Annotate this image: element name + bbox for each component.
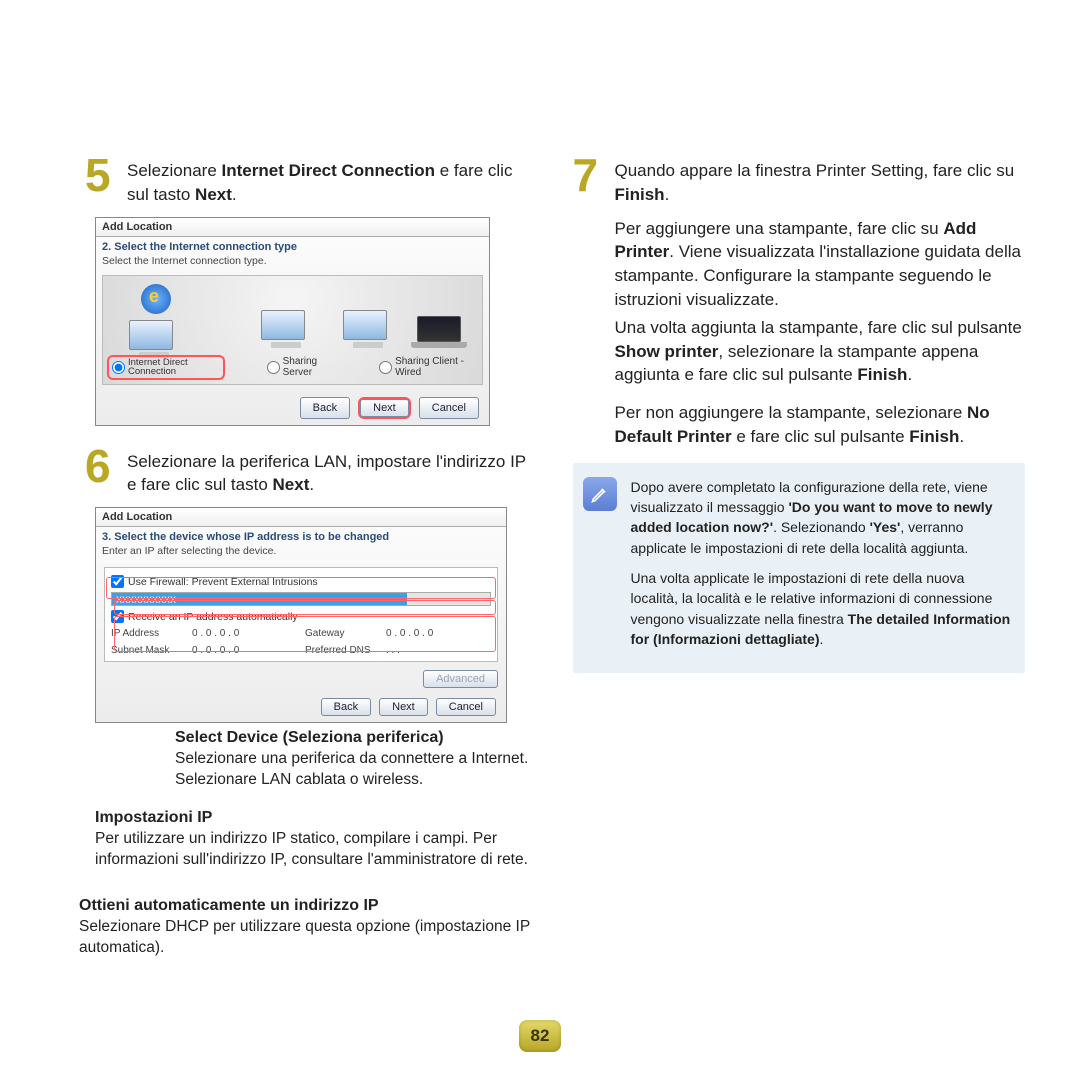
value-subnet[interactable]: 0 . 0 . 0 . 0 <box>189 644 297 657</box>
label-subnet: Subnet Mask <box>111 645 181 656</box>
pc-icon <box>261 310 311 352</box>
back-button[interactable]: Back <box>321 698 371 716</box>
screenshot-add-location-connection: Add Location 2. Select the Internet conn… <box>95 217 490 426</box>
checkbox-firewall[interactable]: Use Firewall: Prevent External Intrusion… <box>111 575 491 588</box>
step-5-number: 5 <box>85 155 121 207</box>
shot1-instruction: Select the Internet connection type. <box>96 255 489 273</box>
checkbox-auto-ip[interactable]: Receive an IP address automatically <box>111 610 491 623</box>
shot2-subtitle: 3. Select the device whose IP address is… <box>96 527 506 545</box>
label-dns: Preferred DNS <box>305 645 375 656</box>
radio-sharing-client[interactable]: Sharing Client - Wired <box>379 355 476 380</box>
highlight-next: Next <box>358 397 411 419</box>
shot1-subtitle: 2. Select the Internet connection type <box>96 237 489 255</box>
shot1-diagram: Internet Direct Connection Sharing Serve… <box>102 275 483 385</box>
device-bar: XXXXXXXXXX <box>111 592 491 606</box>
label-ip: IP Address <box>111 628 181 639</box>
pencil-icon <box>583 477 617 511</box>
step-7-number: 7 <box>573 155 609 207</box>
shot2-title: Add Location <box>96 508 506 527</box>
next-button[interactable]: Next <box>379 698 428 716</box>
callout-select-device: Select Device (Seleziona periferica) Sel… <box>175 729 538 791</box>
value-ip[interactable]: 0 . 0 . 0 . 0 <box>189 627 297 640</box>
shot2-instruction: Enter an IP after selecting the device. <box>96 545 506 563</box>
callout-auto-ip: Ottieni automaticamente un indirizzo IP … <box>79 897 538 959</box>
note-body: Dopo avere completato la configurazione … <box>631 477 1012 659</box>
value-dns[interactable]: . . . <box>383 644 491 657</box>
cancel-button[interactable]: Cancel <box>436 698 496 716</box>
step-6: 6 Selezionare la periferica LAN, imposta… <box>85 446 538 498</box>
highlight-internet-direct: Internet Direct Connection <box>107 355 225 380</box>
step-5-text: Selezionare Internet Direct Connection e… <box>127 155 538 207</box>
next-button[interactable]: Next <box>360 399 409 417</box>
step-6-number: 6 <box>85 446 121 498</box>
laptop-icon <box>411 316 467 352</box>
note-box: Dopo avere completato la configurazione … <box>573 463 1026 673</box>
step-6-text: Selezionare la periferica LAN, impostare… <box>127 446 538 498</box>
shot1-title: Add Location <box>96 218 489 237</box>
step-7: 7 Quando appare la finestra Printer Sett… <box>573 155 1026 207</box>
value-gateway[interactable]: 0 . 0 . 0 . 0 <box>383 627 491 640</box>
para-no-default: Per non aggiungere la stampante, selezio… <box>615 401 1026 449</box>
back-button[interactable]: Back <box>300 397 350 419</box>
radio-sharing-server[interactable]: Sharing Server <box>267 355 337 380</box>
page-number: 82 <box>519 1020 561 1052</box>
para-add-printer: Per aggiungere una stampante, fare clic … <box>615 217 1026 312</box>
pc-icon <box>343 310 393 352</box>
advanced-button[interactable]: Advanced <box>423 670 498 688</box>
callout-ip-settings: Impostazioni IP Per utilizzare un indiri… <box>95 809 538 871</box>
step-5: 5 Selezionare Internet Direct Connection… <box>85 155 538 207</box>
ie-icon <box>141 284 171 314</box>
para-show-printer: Una volta aggiunta la stampante, fare cl… <box>615 316 1026 387</box>
step-7-text: Quando appare la finestra Printer Settin… <box>615 155 1026 207</box>
label-gateway: Gateway <box>305 628 375 639</box>
cancel-button[interactable]: Cancel <box>419 397 479 419</box>
screenshot-ip-settings: Add Location 3. Select the device whose … <box>95 507 507 723</box>
radio-internet-direct[interactable]: Internet Direct Connection <box>112 358 220 377</box>
shot2-ipbox: Use Firewall: Prevent External Intrusion… <box>104 567 498 662</box>
